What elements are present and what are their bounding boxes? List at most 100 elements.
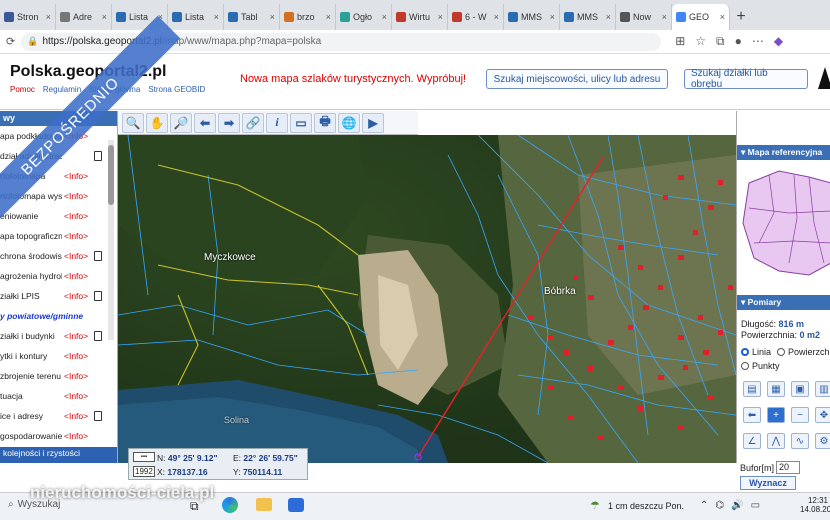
chevron-up-icon[interactable]: ⌃ [700,500,708,511]
network-icon[interactable]: ⌬ [715,500,724,511]
layer-row[interactable]: gospodarowanie <Info> [0,431,106,443]
radio-area-icon[interactable] [777,348,786,356]
zoom-in-icon[interactable]: 🔎 [170,112,192,133]
compute-button[interactable]: Wyznacz [740,476,796,490]
gear-icon[interactable]: ⚙ [815,433,830,449]
browser-tab[interactable]: 6 - W × [448,4,504,30]
print-icon[interactable]: 🖶 [314,112,336,133]
layer-row[interactable]: y powiatowe/gminne [0,311,106,323]
arrow-left-icon[interactable]: ⬅ [194,112,216,133]
curve-icon[interactable]: ∿ [791,433,809,449]
layer-info-link[interactable]: <Info> [64,291,88,301]
layer-info-link[interactable]: <Info> [64,411,88,421]
zoom-out-icon[interactable]: 🔍 [122,112,144,133]
reading-view-icon[interactable]: ⊞ [675,34,685,49]
rules-link[interactable]: Regulamin [43,85,81,94]
radio-line-icon[interactable] [741,348,749,356]
link-icon[interactable]: 🔗 [242,112,264,133]
browser-tab[interactable]: GEO × [672,4,730,30]
polyline-icon[interactable]: ⋀ [767,433,785,449]
tab-close-icon[interactable]: × [662,12,667,22]
legend-doc-icon[interactable] [94,411,102,421]
layer-info-link[interactable]: <Info> [64,331,88,341]
grid-icon[interactable]: ▪▪▪ [133,452,155,462]
arrow-right-icon[interactable]: ➡ [218,112,240,133]
layer-info-link[interactable]: <Info> [64,251,88,261]
legend-doc-icon[interactable] [94,251,102,261]
save-icon[interactable]: ▣ [791,381,809,397]
reference-map-heading[interactable]: ▾ Mapa referencyjna [737,145,830,160]
measure-heading[interactable]: ▾ Pomiary [737,295,830,310]
tab-close-icon[interactable]: × [270,12,275,22]
tab-close-icon[interactable]: × [46,12,51,22]
browser-tab[interactable]: brzo × [280,4,336,30]
legend-doc-icon[interactable] [94,291,102,301]
help-link[interactable]: Pomoc [10,85,35,94]
tab-close-icon[interactable]: × [326,12,331,22]
edge-browser-icon[interactable] [222,497,238,513]
tab-close-icon[interactable]: × [102,12,107,22]
browser-tab[interactable]: MMS × [560,4,616,30]
browser-tab[interactable]: Ogło × [336,4,392,30]
legend-doc-icon[interactable] [94,331,102,341]
browser-tab[interactable]: Adre × [56,4,112,30]
print-measure-icon[interactable]: ▥ [815,381,830,397]
map-canvas[interactable]: Myczkowce Bóbrka Solina [118,135,736,463]
browser-tab[interactable]: Now × [616,4,672,30]
mode-line[interactable]: Linia Powierzchnia [741,347,830,357]
pan-hand-icon[interactable]: ✋ [146,112,168,133]
file-explorer-icon[interactable] [256,498,272,511]
layer-info-link[interactable]: <Info> [64,211,88,221]
info-icon[interactable]: i [266,112,288,133]
browser-tab[interactable]: Lista × [168,4,224,30]
tab-close-icon[interactable]: × [438,12,443,22]
weather-text[interactable]: 1 cm deszczu Pon. [608,501,684,511]
layer-info-link[interactable]: <Info> [64,371,88,381]
tab-close-icon[interactable]: × [606,12,611,22]
profile-avatar-icon[interactable]: ● [735,34,742,49]
undo-arrow-icon[interactable]: ⬅ [743,407,761,423]
layer-row[interactable]: ice i adresy <Info> [0,411,106,423]
layer-info-link[interactable]: <Info> [64,171,88,181]
tab-close-icon[interactable]: × [214,12,219,22]
radio-points-icon[interactable] [741,362,749,370]
layer-row[interactable]: ziałki i budynki <Info> [0,331,106,343]
buffer-input[interactable]: 20 [776,461,801,474]
layer-info-link[interactable]: <Info> [64,231,88,241]
browser-tab[interactable]: Tabl × [224,4,280,30]
speaker-icon[interactable]: 🔊 [731,500,743,511]
layer-row[interactable]: ziałki LPIS <Info> [0,291,106,303]
layer-info-link[interactable]: <Info> [64,391,88,401]
remove-point-icon[interactable]: − [791,407,809,423]
layer-row[interactable]: eniowanie <Info> [0,211,106,223]
new-tab-button[interactable]: + [730,4,752,30]
browser-tab[interactable]: Stron × [0,4,56,30]
copilot-icon[interactable]: ◆ [774,34,783,49]
move-point-icon[interactable]: ✥ [815,407,830,423]
layer-row[interactable]: tuacja <Info> [0,391,106,403]
search-place-button[interactable]: Szukaj miejscowości, ulicy lub adresu [486,69,668,89]
layer-row[interactable]: agrożenia hydrologiczne<Info> [0,271,106,283]
new-doc-icon[interactable]: ▤ [743,381,761,397]
collections-icon[interactable]: ⧉ [716,34,725,49]
layer-bottom-item[interactable]: kolejności i rzystości [0,447,117,463]
geobid-link[interactable]: Strona GEOBID [148,85,205,94]
layer-row[interactable]: chrona środowiska<Info> [0,251,106,263]
favorite-star-icon[interactable]: ☆ [695,34,706,49]
task-view-icon[interactable]: ⧉ [190,499,199,514]
back-arrow-icon[interactable]: ⟳ [6,35,15,48]
layer-info-link[interactable]: <Info> [64,271,88,281]
tab-close-icon[interactable]: × [382,12,387,22]
layer-row[interactable]: zbrojenie terenu <Info> [0,371,106,383]
promo-link[interactable]: Nowa mapa szlaków turystycznych. Wypróbu… [240,73,466,85]
video-icon[interactable]: ▶ [362,112,384,133]
tab-close-icon[interactable]: × [494,12,499,22]
more-menu-icon[interactable]: ⋯ [752,34,764,49]
layer-info-link[interactable]: <Info> [64,431,88,441]
legend-doc-icon[interactable] [94,151,102,161]
add-point-icon[interactable]: + [767,407,785,423]
layer-info-link[interactable]: <Info> [64,351,88,361]
ruler-icon[interactable]: ▭ [290,112,312,133]
layer-info-link[interactable]: <Info> [64,191,88,201]
reference-map[interactable] [739,163,830,281]
